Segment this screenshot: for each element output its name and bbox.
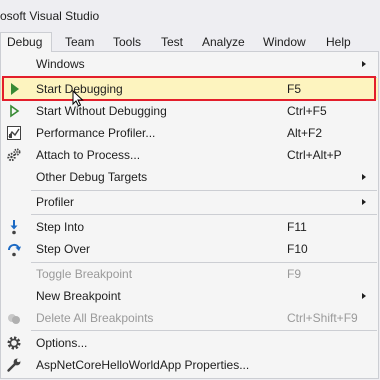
menu-help[interactable]: Help [320, 32, 357, 52]
menu-item-start-without-debugging[interactable]: Start Without Debugging Ctrl+F5 [1, 100, 378, 122]
menu-item-label: Toggle Breakpoint [36, 267, 133, 281]
menu-item-shortcut: Alt+F2 [287, 126, 323, 140]
menu-item-label: Performance Profiler... [36, 126, 156, 140]
play-outline-icon [6, 103, 22, 119]
window-title: osoft Visual Studio [0, 9, 100, 23]
menu-item-start-debugging[interactable]: Start Debugging F5 [1, 78, 378, 100]
menu-item-attach-to-process[interactable]: Attach to Process... Ctrl+Alt+P [1, 144, 378, 166]
menu-analyze[interactable]: Analyze [196, 32, 251, 52]
submenu-arrow-icon [362, 61, 366, 67]
menu-item-shortcut: F10 [287, 242, 308, 256]
menu-item-label: Attach to Process... [36, 148, 141, 162]
wrench-icon [6, 357, 22, 373]
step-into-icon [6, 219, 22, 235]
menu-item-label: AspNetCoreHelloWorldApp Properties... [36, 358, 250, 372]
attach-gears-icon [6, 147, 22, 163]
menu-item-label: Windows [36, 57, 85, 71]
delete-breakpoints-icon [6, 310, 22, 326]
menu-item-shortcut: Ctrl+F5 [287, 104, 327, 118]
menu-item-shortcut: F11 [287, 220, 307, 234]
menu-item-label: Start Without Debugging [36, 104, 167, 118]
menu-item-profiler[interactable]: Profiler [1, 191, 378, 213]
menu-item-step-into[interactable]: Step Into F11 [1, 216, 378, 238]
menu-item-shortcut: F5 [287, 82, 302, 96]
menu-item-label: Step Over [36, 242, 91, 256]
menu-item-shortcut: F9 [287, 267, 302, 281]
menu-item-performance-profiler[interactable]: Performance Profiler... Alt+F2 [1, 122, 378, 144]
profiler-icon [6, 125, 22, 141]
menu-item-label: Options... [36, 336, 88, 350]
menu-debug[interactable]: Debug [0, 32, 52, 52]
menu-item-other-debug-targets[interactable]: Other Debug Targets [1, 166, 378, 188]
menu-item-project-properties[interactable]: AspNetCoreHelloWorldApp Properties... [1, 354, 378, 376]
menu-item-label: New Breakpoint [36, 289, 121, 303]
menu-item-step-over[interactable]: Step Over F10 [1, 238, 378, 260]
menu-item-shortcut: Ctrl+Alt+P [287, 148, 342, 162]
debug-menu-dropdown: Windows Start Debugging F5 Start Without… [0, 51, 379, 379]
menu-item-new-breakpoint[interactable]: New Breakpoint [1, 285, 378, 307]
menu-item-shortcut: Ctrl+Shift+F9 [287, 311, 358, 325]
submenu-arrow-icon [362, 199, 366, 205]
gear-icon [6, 335, 22, 351]
menu-test[interactable]: Test [155, 32, 189, 52]
menu-tools[interactable]: Tools [107, 32, 147, 52]
menu-item-options[interactable]: Options... [1, 332, 378, 354]
separator [31, 330, 377, 331]
menu-bar: Debug Team Tools Test Analyze Window Hel… [0, 32, 380, 52]
menu-item-toggle-breakpoint[interactable]: Toggle Breakpoint F9 [1, 263, 378, 285]
submenu-arrow-icon [362, 293, 366, 299]
separator [31, 214, 377, 215]
menu-item-label: Profiler [36, 195, 75, 209]
play-icon [6, 81, 22, 97]
menu-item-label: Step Into [36, 220, 85, 234]
mouse-cursor-icon [72, 90, 84, 107]
title-bar: osoft Visual Studio [0, 0, 380, 32]
submenu-arrow-icon [362, 174, 366, 180]
menu-item-label: Other Debug Targets [36, 170, 148, 184]
menu-item-windows[interactable]: Windows [1, 53, 378, 75]
menu-item-delete-all-breakpoints[interactable]: Delete All Breakpoints Ctrl+Shift+F9 [1, 307, 378, 329]
menu-item-label: Delete All Breakpoints [36, 311, 154, 325]
menu-window[interactable]: Window [257, 32, 312, 52]
menu-team[interactable]: Team [59, 32, 100, 52]
step-over-icon [6, 241, 22, 257]
